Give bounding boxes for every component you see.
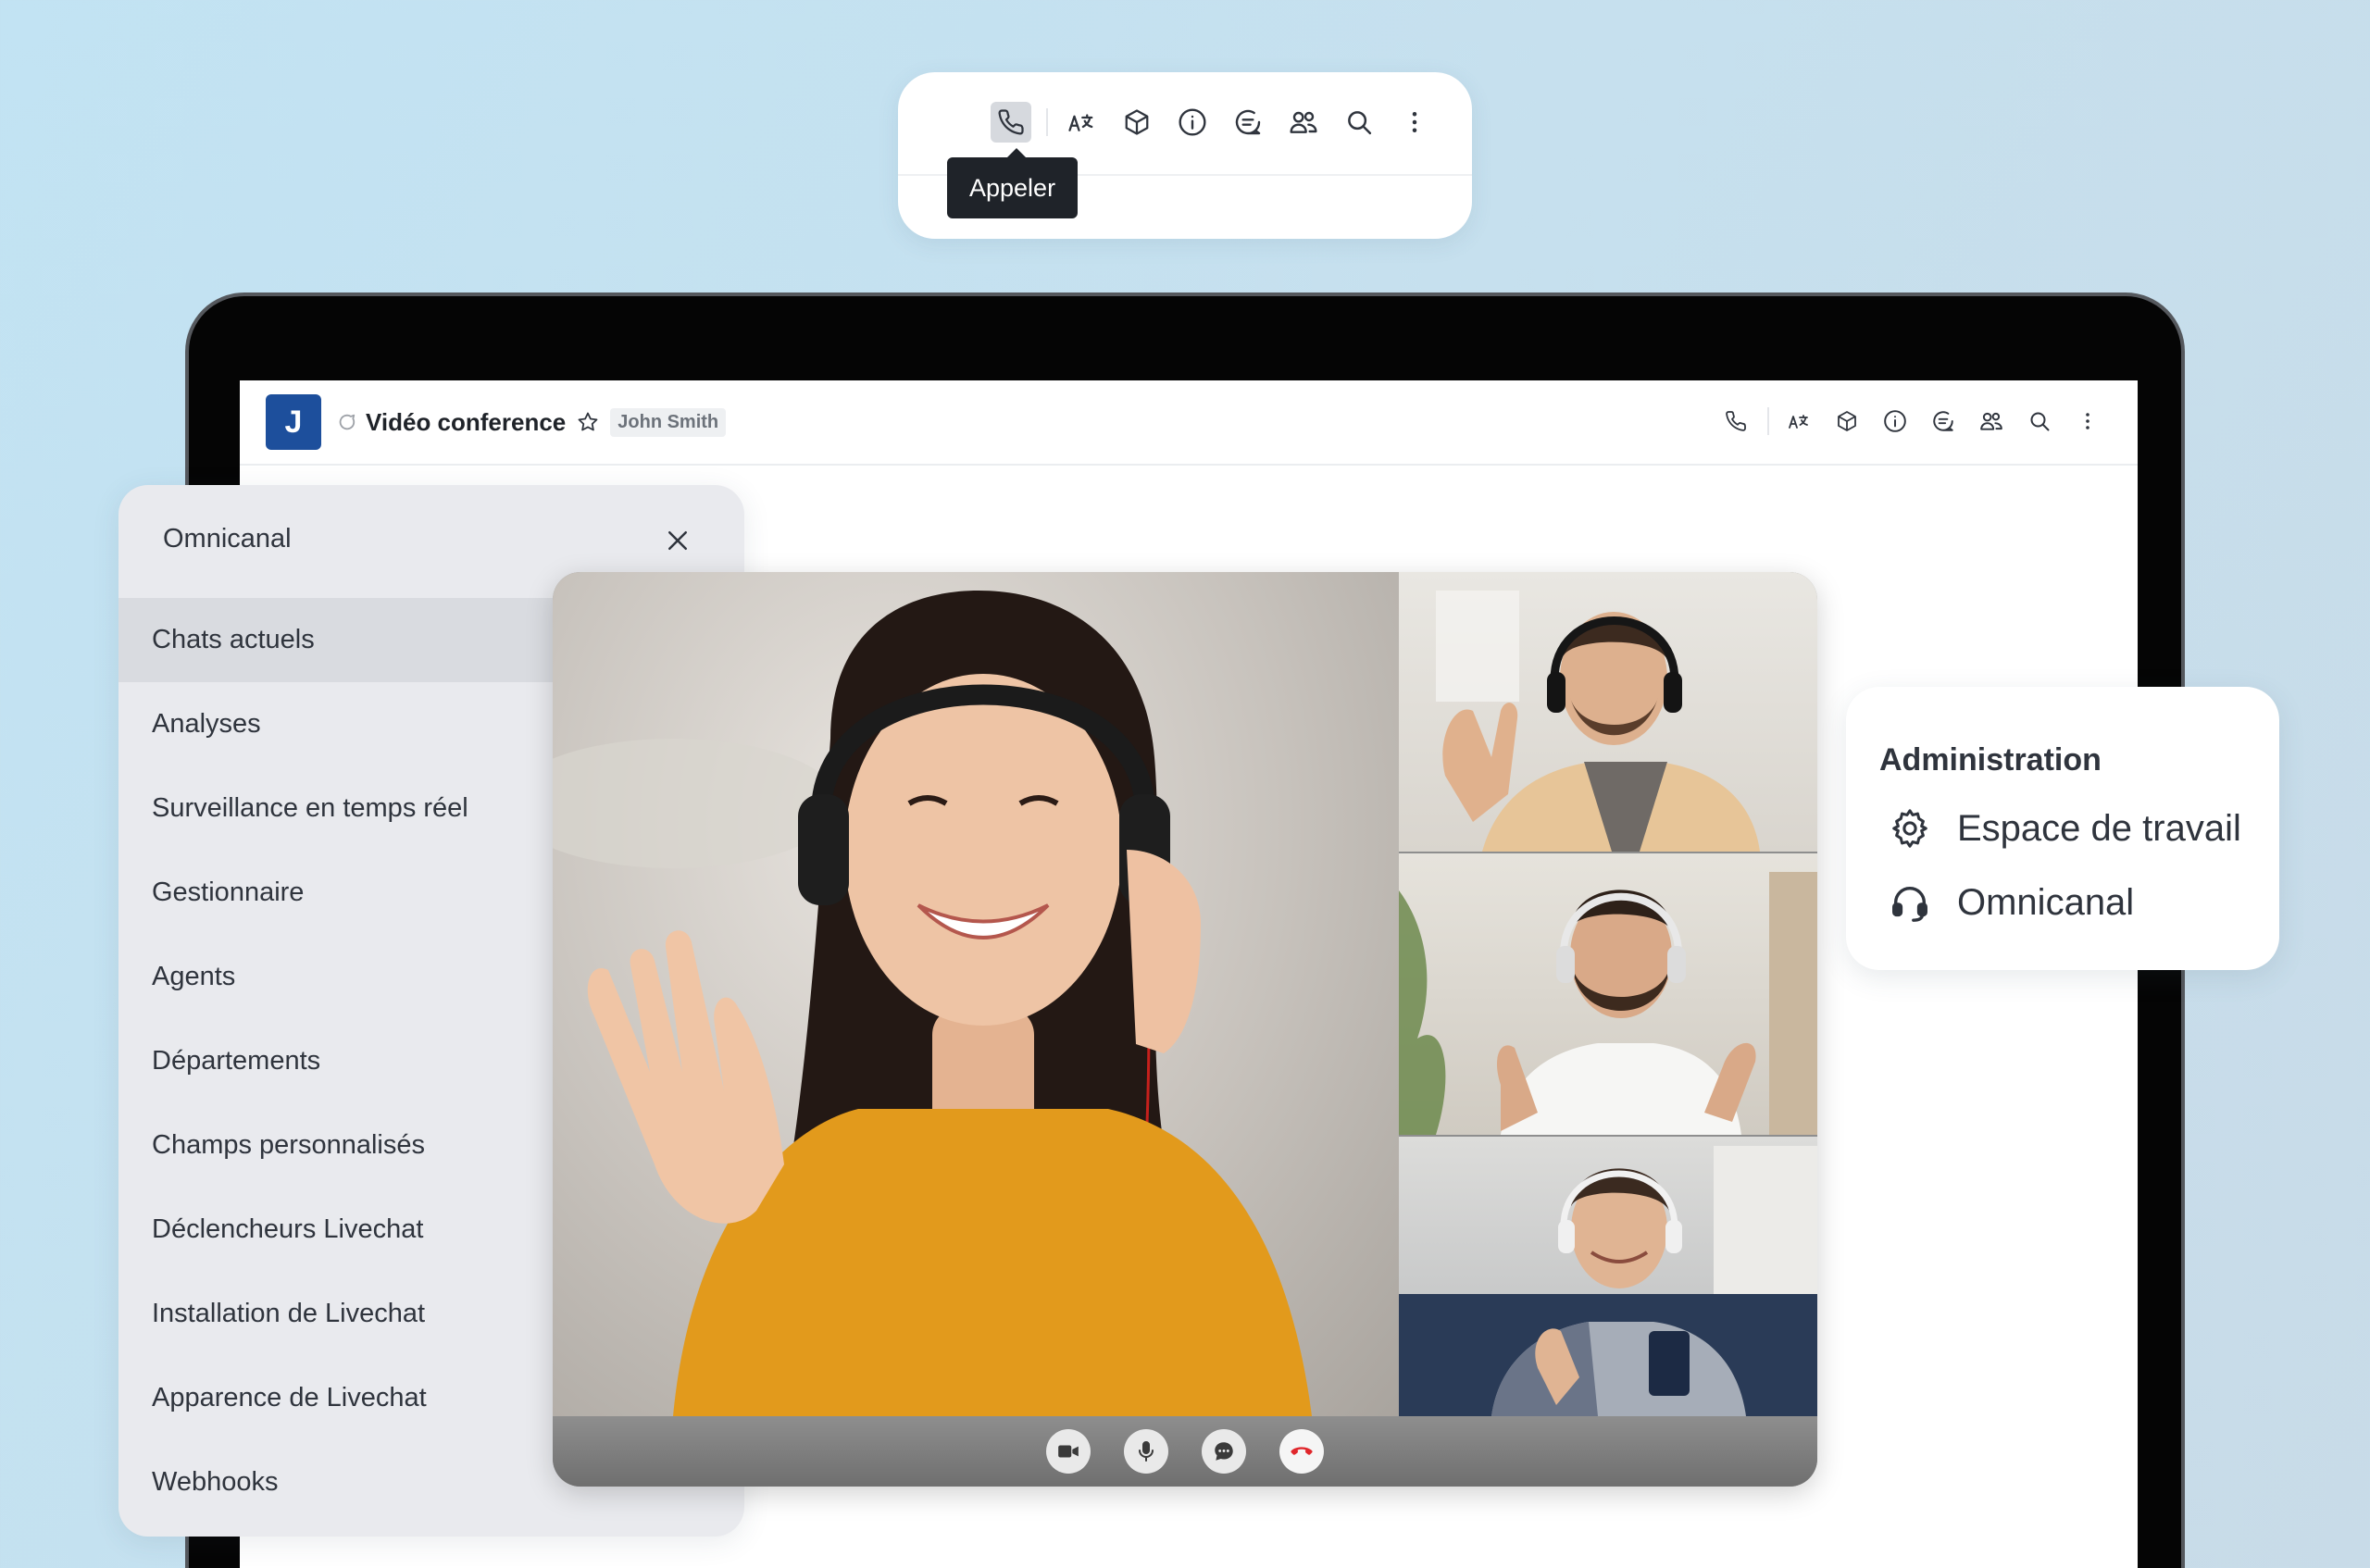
search-icon[interactable] [2021, 403, 2058, 440]
microphone-icon[interactable] [1124, 1429, 1168, 1474]
video-call-window [553, 572, 1817, 1487]
phone-icon[interactable] [991, 102, 1031, 143]
administration-title: Administration [1879, 742, 2102, 778]
chat-bubble-icon [336, 412, 356, 432]
kebab-icon[interactable] [2069, 403, 2106, 440]
members-icon[interactable] [1283, 102, 1324, 143]
administration-card: Administration Espace de travail Omnican… [1846, 687, 2279, 970]
info-icon[interactable] [1172, 102, 1213, 143]
call-tooltip: Appeler [947, 148, 1079, 218]
admin-item-omnichannel-label: Omnicanal [1957, 881, 2135, 923]
translate-icon[interactable] [1780, 403, 1817, 440]
chat-bubble-icon[interactable] [1202, 1429, 1246, 1474]
headset-icon [1887, 879, 1933, 926]
omnichannel-panel-title: Omnicanal [163, 524, 292, 554]
members-icon[interactable] [1973, 403, 2010, 440]
gear-icon [1887, 805, 1933, 852]
discussion-icon[interactable] [1228, 102, 1268, 143]
admin-item-omnichannel[interactable]: Omnicanal [1887, 879, 2134, 926]
translate-icon[interactable] [1061, 102, 1102, 143]
discussion-icon[interactable] [1925, 403, 1962, 440]
participant-video-1[interactable] [1399, 572, 1817, 852]
hang-up-icon[interactable] [1279, 1429, 1324, 1474]
room-header: J Vidéo conference John Smith [240, 380, 2138, 466]
avatar[interactable]: J [266, 394, 321, 450]
kebab-icon[interactable] [1394, 102, 1435, 143]
room-tag[interactable]: John Smith [610, 407, 727, 437]
star-icon[interactable] [577, 411, 599, 433]
video-camera-icon[interactable] [1046, 1429, 1091, 1474]
cube-icon[interactable] [1116, 102, 1157, 143]
header-separator [1767, 407, 1769, 435]
search-icon[interactable] [1339, 102, 1379, 143]
participant-video-3[interactable] [1399, 1137, 1817, 1416]
room-title: Vidéo conference [366, 407, 567, 436]
admin-item-workspace-label: Espace de travail [1957, 807, 2241, 849]
close-icon[interactable] [659, 522, 696, 559]
toolbar-icons [991, 102, 1450, 143]
main-participant-video[interactable] [553, 572, 1399, 1416]
call-controls [553, 1416, 1817, 1487]
floating-room-toolbar: Appeler [898, 72, 1472, 239]
info-icon[interactable] [1877, 403, 1914, 440]
participant-video-2[interactable] [1399, 853, 1817, 1135]
room-header-icons [1706, 403, 2106, 440]
admin-item-workspace[interactable]: Espace de travail [1887, 805, 2241, 852]
toolbar-separator [1046, 108, 1048, 136]
phone-icon[interactable] [1717, 403, 1754, 440]
cube-icon[interactable] [1828, 403, 1865, 440]
